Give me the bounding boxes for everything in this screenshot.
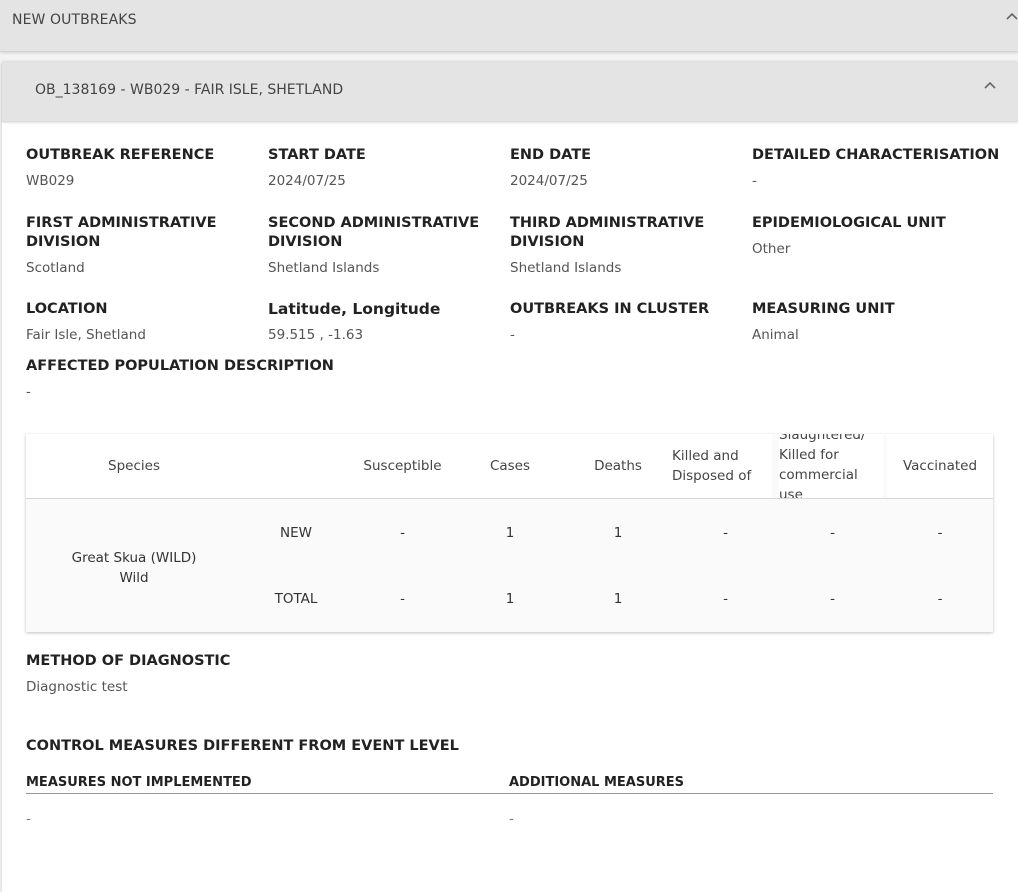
field-value: Animal: [752, 327, 799, 343]
header-divider: [26, 498, 993, 499]
row-label-total: TOTAL: [274, 591, 318, 607]
column-header-vaccinated: Vaccinated: [887, 434, 993, 498]
field-end-date: END DATE 2024/07/25: [510, 146, 740, 190]
field-detailed-characterisation: DETAILED CHARACTERISATION -: [752, 146, 1002, 190]
species-type: Wild: [119, 570, 149, 586]
chevron-up-icon[interactable]: [984, 81, 996, 93]
field-label: AFFECTED POPULATION DESCRIPTION: [26, 358, 334, 374]
field-epidemiological-unit: EPIDEMIOLOGICAL UNIT Other: [752, 214, 1002, 258]
table-cell: -: [400, 525, 405, 541]
table-cell: -: [723, 591, 728, 607]
column-header-deaths: Deaths: [564, 434, 672, 498]
field-label: START DATE: [268, 147, 366, 163]
panel-title: NEW OUTBREAKS: [12, 12, 137, 28]
species-name: Great Skua (WILD): [71, 550, 197, 566]
field-outbreaks-in-cluster: OUTBREAKS IN CLUSTER -: [510, 300, 740, 344]
field-label: DETAILED CHARACTERISATION: [752, 147, 1000, 163]
field-value: 2024/07/25: [510, 173, 588, 189]
field-value: 2024/07/25: [268, 173, 346, 189]
field-value: -: [26, 384, 31, 400]
table-cell: -: [937, 525, 943, 541]
field-label: FIRST ADMINISTRATIVE DIVISION: [26, 215, 217, 250]
field-value: Shetland Islands: [510, 260, 622, 276]
row-label-new: NEW: [280, 525, 312, 541]
field-affected-population: AFFECTED POPULATION DESCRIPTION -: [26, 357, 426, 401]
column-header-susceptible: Susceptible: [350, 434, 455, 498]
field-label: EPIDEMIOLOGICAL UNIT: [752, 215, 946, 231]
column-header-slaughtered: Slaughtered/ Killed for commercial use: [779, 434, 883, 498]
field-third-admin-division: THIRD ADMINISTRATIVE DIVISION Shetland I…: [510, 214, 720, 277]
table-cell: -: [830, 591, 835, 607]
measures-not-implemented-value: -: [26, 811, 31, 827]
table-cell: 1: [613, 591, 623, 607]
measures-not-implemented-label: MEASURES NOT IMPLEMENTED: [26, 775, 252, 790]
table-cell: 1: [613, 525, 623, 541]
table-cell: -: [400, 591, 405, 607]
field-outbreak-reference: OUTBREAK REFERENCE WB029: [26, 146, 256, 190]
field-value: Diagnostic test: [26, 679, 128, 695]
field-start-date: START DATE 2024/07/25: [268, 146, 498, 190]
outbreak-card-header[interactable]: OB_138169 - WB029 - FAIR ISLE, SHETLAND: [2, 62, 1018, 122]
field-label: END DATE: [510, 147, 592, 163]
field-label: Latitude, Longitude: [268, 300, 441, 318]
field-label: LOCATION: [26, 301, 108, 317]
table-cell: -: [830, 525, 835, 541]
table-cell: 1: [505, 591, 515, 607]
column-header-cases: Cases: [456, 434, 564, 498]
control-measures-title: CONTROL MEASURES DIFFERENT FROM EVENT LE…: [26, 738, 459, 754]
field-value: WB029: [26, 173, 75, 189]
field-value: -: [752, 173, 757, 189]
column-header-killed: Killed and Disposed of: [672, 434, 772, 498]
field-value: Other: [752, 241, 791, 257]
table-cell: -: [937, 591, 943, 607]
field-second-admin-division: SECOND ADMINISTRATIVE DIVISION Shetland …: [268, 214, 483, 277]
field-value: 59.515 , -1.63: [268, 327, 364, 343]
divider: [26, 793, 993, 794]
field-value: -: [510, 327, 515, 343]
additional-measures-label: ADDITIONAL MEASURES: [509, 775, 685, 790]
field-value: Fair Isle, Shetland: [26, 327, 146, 343]
field-method-of-diagnostic: METHOD OF DIAGNOSTIC Diagnostic test: [26, 652, 426, 696]
chevron-up-icon[interactable]: [1006, 12, 1018, 24]
field-value: Shetland Islands: [268, 260, 380, 276]
species-table: Species Susceptible Cases Deaths Killed …: [26, 434, 993, 632]
field-label: MEASURING UNIT: [752, 301, 895, 317]
field-measuring-unit: MEASURING UNIT Animal: [752, 300, 982, 344]
table-cell: -: [723, 525, 728, 541]
table-cell: 1: [505, 525, 515, 541]
new-outbreaks-panel-header[interactable]: NEW OUTBREAKS: [0, 0, 1018, 52]
field-label: METHOD OF DIAGNOSTIC: [26, 653, 231, 669]
field-value: Scotland: [26, 260, 85, 276]
outbreak-title: OB_138169 - WB029 - FAIR ISLE, SHETLAND: [35, 82, 344, 98]
field-location: LOCATION Fair Isle, Shetland: [26, 300, 256, 344]
outbreak-card: OB_138169 - WB029 - FAIR ISLE, SHETLAND …: [2, 62, 1018, 892]
field-label: SECOND ADMINISTRATIVE DIVISION: [268, 215, 480, 250]
field-label: THIRD ADMINISTRATIVE DIVISION: [510, 215, 705, 250]
additional-measures-value: -: [509, 811, 514, 827]
field-label: OUTBREAK REFERENCE: [26, 147, 215, 163]
column-header-species: Species: [26, 434, 242, 498]
species-cell: Great Skua (WILD) Wild: [26, 548, 242, 588]
field-label: OUTBREAKS IN CLUSTER: [510, 301, 710, 317]
field-first-admin-division: FIRST ADMINISTRATIVE DIVISION Scotland: [26, 214, 236, 277]
field-lat-lon: Latitude, Longitude 59.515 , -1.63: [268, 300, 498, 344]
